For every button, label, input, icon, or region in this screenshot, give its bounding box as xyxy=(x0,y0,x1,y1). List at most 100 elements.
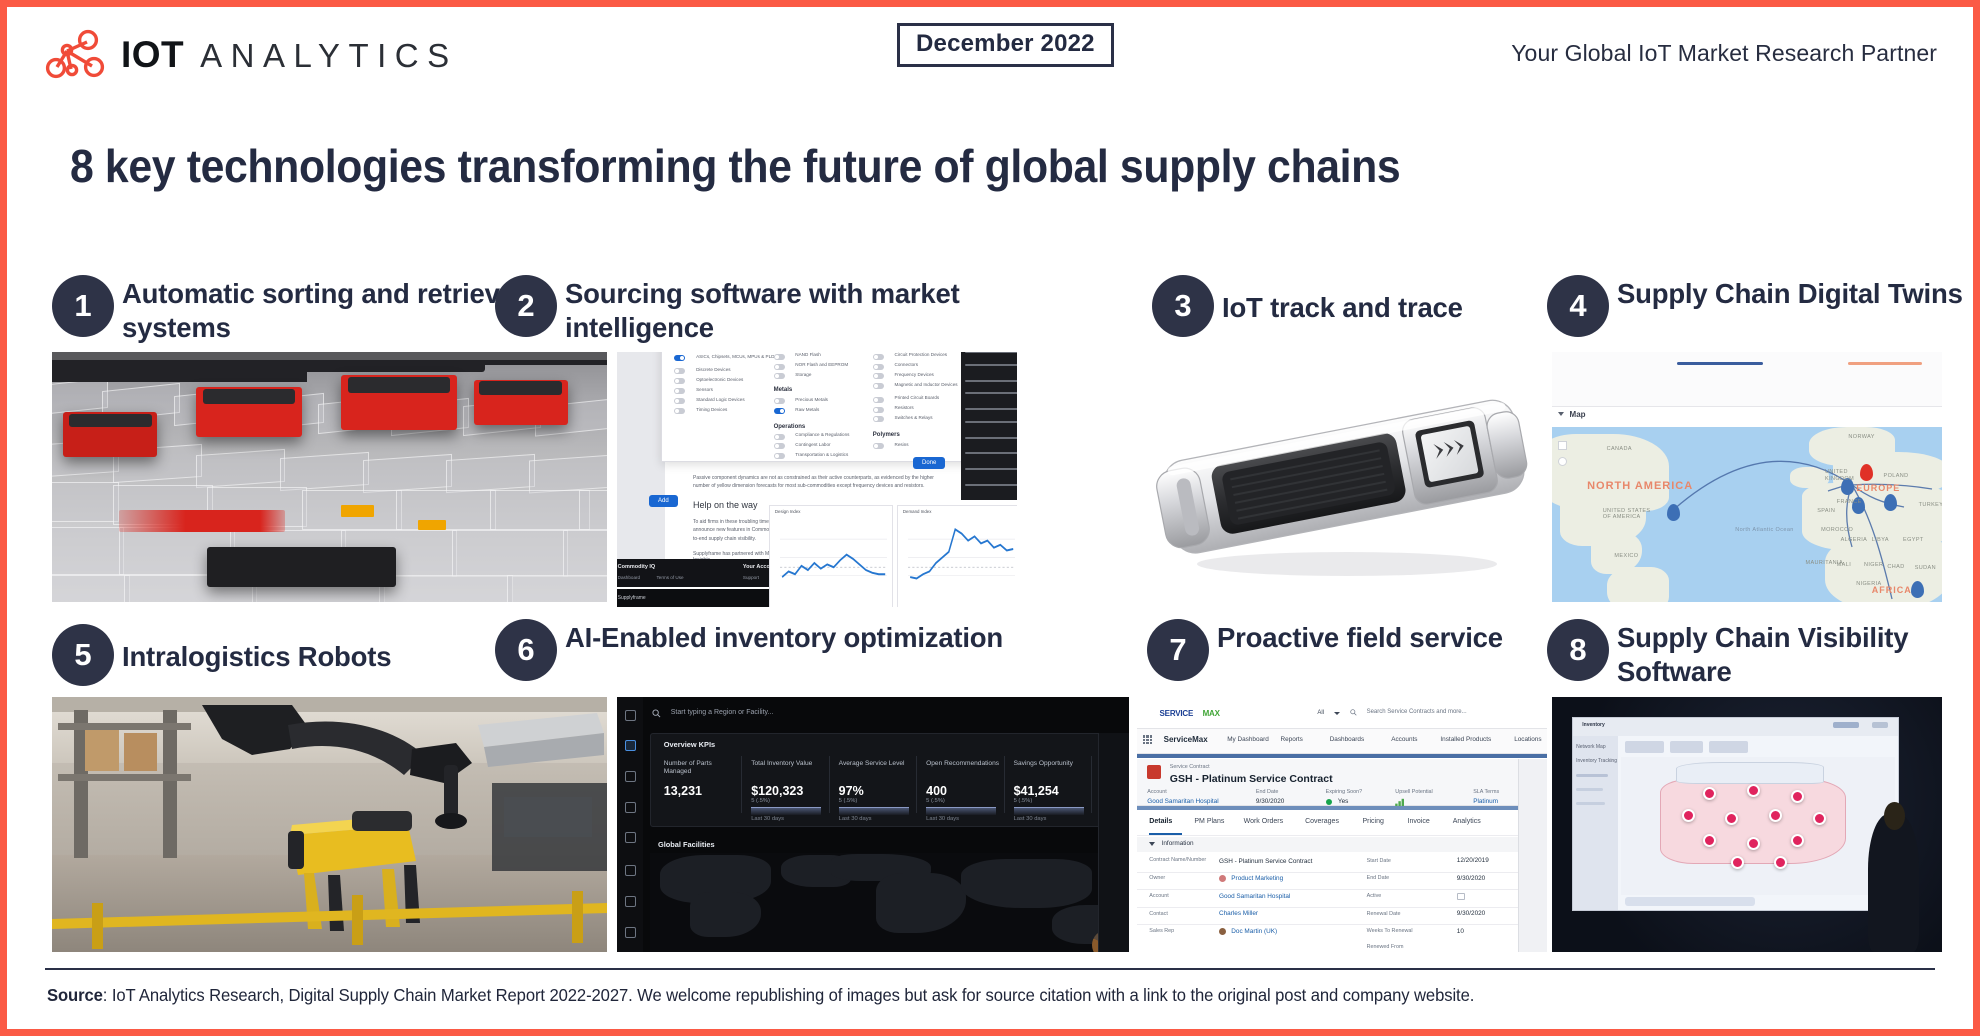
vis-projected-screen: Inventory Network Map Inventory Tracking xyxy=(1571,717,1900,912)
smx-field-label: Account xyxy=(1147,788,1167,795)
inv-kpi-value: $120,323 xyxy=(751,783,804,798)
sf-row: Sensors xyxy=(696,386,713,392)
dt-tab-indicator[interactable] xyxy=(1676,361,1763,365)
smx-nav-item[interactable]: Dashboards xyxy=(1330,736,1364,743)
digital-twin-map-screenshot: Map NORTH AMERICA EUROPE AFRICA CANADA U… xyxy=(1552,352,1942,602)
card-6-number: 6 xyxy=(495,619,557,681)
inv-icon-shipping[interactable] xyxy=(625,832,636,844)
inv-icon-team[interactable] xyxy=(625,770,636,782)
map-layers-icon[interactable] xyxy=(1557,456,1567,466)
smx-field-value[interactable]: Platinum xyxy=(1473,798,1498,805)
smx-nav-item[interactable]: Locations xyxy=(1514,736,1541,743)
smx-tab-work-orders[interactable]: Work Orders xyxy=(1244,818,1284,825)
smx-tab-pricing[interactable]: Pricing xyxy=(1363,818,1384,825)
smx-field-value[interactable]: Good Samaritan Hospital xyxy=(1147,798,1218,805)
smx-detail-value: 10 xyxy=(1456,927,1464,935)
smx-detail-value[interactable]: Good Samaritan Hospital xyxy=(1219,893,1290,900)
dt-map-pin[interactable] xyxy=(1667,504,1681,521)
sf-row: NOR Flash and EEPROM xyxy=(795,362,849,368)
chevron-down-icon[interactable] xyxy=(1149,842,1156,847)
smx-nav-item[interactable]: My Dashboard xyxy=(1227,736,1269,743)
sf-row: Timing Devices xyxy=(696,406,728,412)
smx-field-label: Upsell Potential xyxy=(1395,788,1433,795)
vis-timeline-slider[interactable] xyxy=(1624,896,1755,907)
inv-icon-logo[interactable] xyxy=(625,709,636,721)
smx-detail-label: Weeks To Renewal xyxy=(1366,928,1413,935)
sf-add-button[interactable]: Add xyxy=(649,494,678,507)
smx-search-scope[interactable]: All xyxy=(1317,710,1324,716)
dt-country-label: NIGERIA xyxy=(1856,581,1882,587)
card-2: 2 Sourcing software with market intellig… xyxy=(495,275,1055,345)
dt-country-label: LIBYA xyxy=(1871,537,1889,544)
smx-tab-details[interactable]: Details xyxy=(1149,818,1172,825)
vis-header-button-2[interactable] xyxy=(1872,721,1889,728)
page-title: 8 key technologies transforming the futu… xyxy=(70,140,1401,192)
card-8-number: 8 xyxy=(1547,619,1609,681)
vis-network-map[interactable] xyxy=(1621,756,1895,895)
sf-row: Resins xyxy=(894,442,909,448)
checkbox-active[interactable] xyxy=(1456,893,1465,900)
smx-record-type: Service Contract xyxy=(1169,763,1210,770)
smx-field-label: End Date xyxy=(1255,788,1279,795)
smx-detail-value[interactable]: Charles Miller xyxy=(1219,910,1258,917)
dt-map-pin[interactable] xyxy=(1883,493,1897,511)
map-fullscreen-icon[interactable] xyxy=(1557,441,1567,450)
card-7: 7 Proactive field service xyxy=(1147,619,1567,681)
dt-country-label: MALI xyxy=(1836,561,1852,568)
dt-map[interactable]: NORTH AMERICA EUROPE AFRICA CANADA UNITE… xyxy=(1552,427,1942,602)
sf-footer-company: Supplyframe xyxy=(617,594,646,601)
dt-map-pin[interactable] xyxy=(1910,581,1924,598)
smx-nav-item[interactable]: Accounts xyxy=(1391,736,1417,743)
sf-row: NAND Flash xyxy=(795,352,821,358)
chevron-down-icon[interactable] xyxy=(1333,712,1340,716)
smx-search-input[interactable]: Search Service Contracts and more... xyxy=(1367,709,1467,715)
sf-footer-link[interactable]: Dashboard xyxy=(618,575,640,580)
smx-record-title: GSH - Platinum Service Contract xyxy=(1169,772,1333,785)
inv-icon-settings[interactable] xyxy=(625,926,636,938)
card-7-image: SERVICE MAX All Search Service Contracts… xyxy=(1137,701,1547,952)
dt-tab-indicator-2[interactable] xyxy=(1848,361,1923,365)
inv-search-input[interactable]: Start typing a Region or Facility... xyxy=(671,709,774,716)
vis-layer-button[interactable] xyxy=(1709,741,1749,753)
card-2-image: Analog, Power & Signal Devices ASICs, Ch… xyxy=(617,352,1017,607)
presenter-silhouette xyxy=(1867,814,1919,952)
smx-detail-value[interactable]: Doc Martin (UK) xyxy=(1231,928,1277,935)
sf-footer-link[interactable]: Terms of Use xyxy=(657,575,684,580)
sf-row: Transportation & Logistics xyxy=(795,452,849,458)
inv-global-map[interactable] xyxy=(650,852,1129,952)
app-launcher-icon[interactable] xyxy=(1143,735,1153,745)
sf-footer-account-link[interactable]: Support xyxy=(743,575,759,580)
sf-row: Circuit Protection Devices xyxy=(894,352,948,358)
sf-row: Raw Metals xyxy=(795,406,820,412)
card-7-number: 7 xyxy=(1147,619,1209,681)
sf-done-button[interactable]: Done xyxy=(913,456,946,469)
smx-field-label: Expiring Soon? xyxy=(1325,788,1363,795)
tagline: Your Global IoT Market Research Partner xyxy=(1511,40,1937,66)
smx-detail-value: 9/30/2020 xyxy=(1456,910,1486,918)
inv-icon-location[interactable] xyxy=(625,801,636,813)
inv-kpi-period: Last 30 days xyxy=(751,815,785,822)
chevron-down-icon[interactable] xyxy=(1557,412,1564,416)
inv-kpi-label: Number of Parts Managed xyxy=(663,759,712,775)
smx-tab-invoice[interactable]: Invoice xyxy=(1408,818,1430,825)
dt-country-label: TURKEY xyxy=(1918,502,1942,509)
smx-navbar: ServiceMax My Dashboard Reports Dashboar… xyxy=(1137,728,1547,754)
vis-view-button[interactable] xyxy=(1670,741,1703,753)
inv-icon-alerts[interactable] xyxy=(625,895,636,907)
smx-detail-label: Owner xyxy=(1149,875,1166,882)
inv-icon-reports[interactable] xyxy=(625,865,636,877)
source-note: Source: IoT Analytics Research, Digital … xyxy=(47,985,1474,1006)
card-7-header: 7 Proactive field service xyxy=(1147,619,1567,681)
smx-tab-coverages[interactable]: Coverages xyxy=(1305,818,1339,825)
vis-filter-button[interactable] xyxy=(1624,741,1664,753)
inv-kpi-value: 97% xyxy=(838,783,864,798)
smx-nav-item[interactable]: Reports xyxy=(1281,736,1303,743)
smx-detail-value[interactable]: Product Marketing xyxy=(1231,875,1283,882)
smx-tab-analytics[interactable]: Analytics xyxy=(1453,818,1481,825)
vis-header-button[interactable] xyxy=(1833,721,1860,728)
inv-icon-home[interactable] xyxy=(625,740,636,752)
sf-section-metals: Metals xyxy=(773,386,793,393)
smx-nav-item[interactable]: Installed Products xyxy=(1440,736,1491,743)
vis-sidebar: Network Map Inventory Tracking xyxy=(1572,735,1619,911)
smx-tab-pm-plans[interactable]: PM Plans xyxy=(1194,818,1224,825)
